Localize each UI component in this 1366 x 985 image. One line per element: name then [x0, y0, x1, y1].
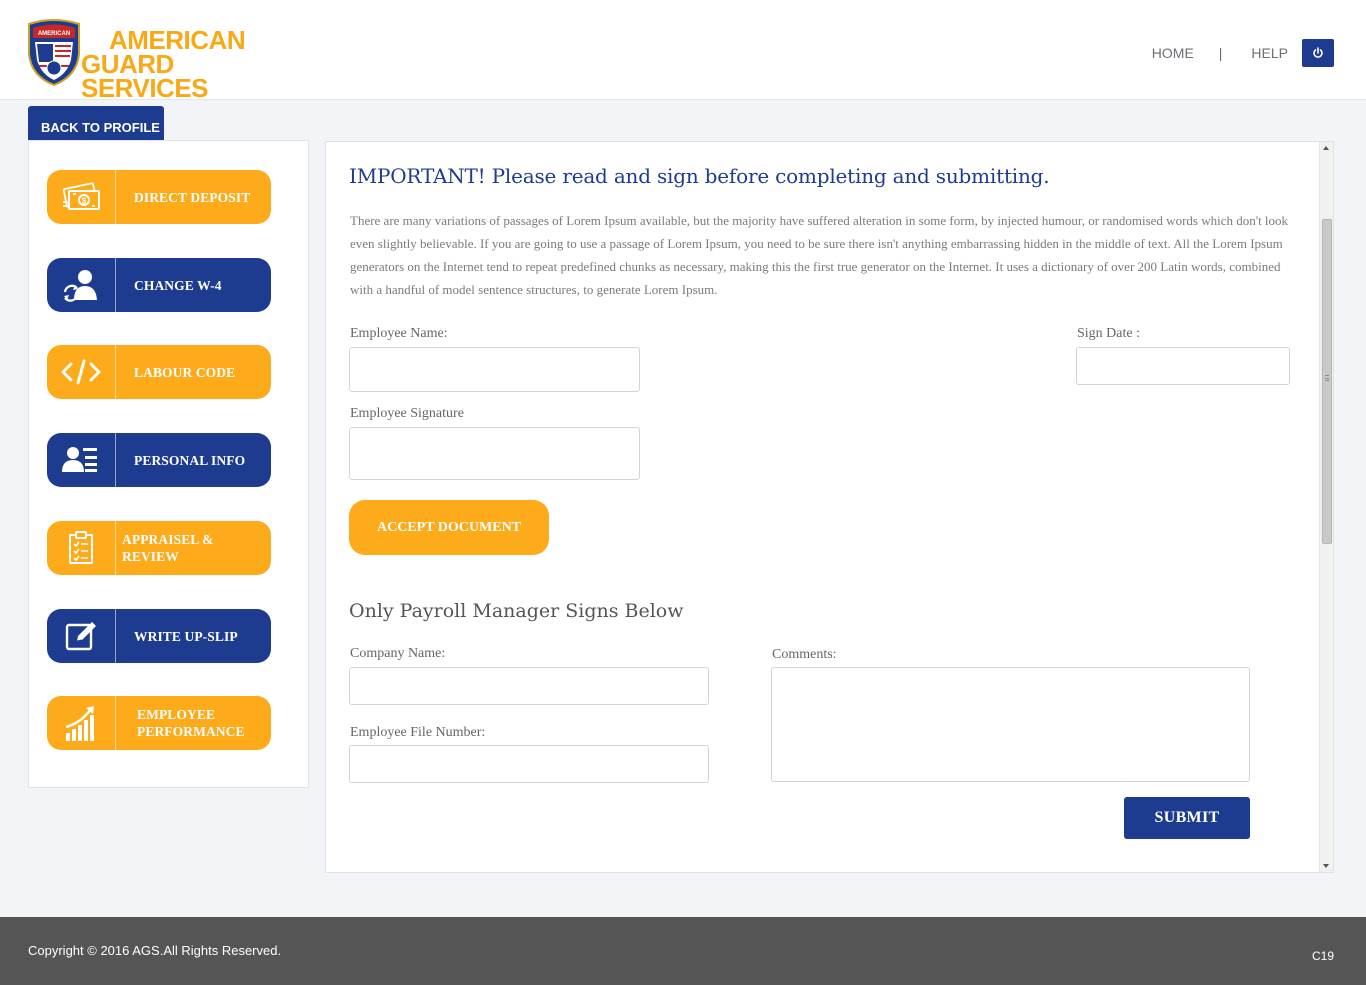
- sidebar-item-labour-code[interactable]: LABOUR CODE: [47, 345, 271, 399]
- employee-name-input[interactable]: [349, 347, 640, 392]
- employee-signature-input[interactable]: [349, 427, 640, 480]
- sidebar-item-label: PERSONAL INFO: [134, 452, 246, 468]
- sidebar-item-personal-info[interactable]: PERSONAL INFO: [47, 433, 271, 487]
- back-to-profile-button[interactable]: BACK TO PROFILE: [28, 106, 164, 141]
- employee-name-label: Employee Name:: [350, 326, 448, 341]
- scrollbar-thumb[interactable]: [1322, 219, 1332, 544]
- document-text: There are many variations of passages of…: [350, 213, 1289, 297]
- company-name-input[interactable]: [349, 667, 709, 705]
- top-nav: HOME | HELP: [1152, 39, 1334, 67]
- document-panel: IMPORTANT! Please read and sign before c…: [325, 141, 1334, 873]
- sidebar-item-appraisel-review[interactable]: APPRAISEL & REVIEW: [47, 521, 271, 575]
- company-name-label: Company Name:: [350, 646, 446, 661]
- scrollbar-grip: [1325, 375, 1329, 381]
- help-link[interactable]: HELP: [1251, 45, 1288, 61]
- sidebar-item-label: EMPLOYEE PERFORMANCE: [116, 706, 245, 740]
- scroll-down-icon[interactable]: [1323, 864, 1329, 868]
- logout-button[interactable]: [1302, 39, 1334, 67]
- sidebar-item-label: DIRECT DEPOSIT: [134, 189, 251, 205]
- vertical-scrollbar[interactable]: [1319, 142, 1333, 872]
- footer: Copyright © 2016 AGS.All Rights Reserved…: [0, 917, 1366, 985]
- home-link[interactable]: HOME: [1152, 45, 1194, 61]
- shield-text: AMERICAN: [38, 31, 70, 37]
- accept-document-button[interactable]: ACCEPT DOCUMENT: [349, 500, 549, 555]
- sidebar-item-change-w4[interactable]: CHANGE W-4: [47, 258, 271, 312]
- payroll-section-title: Only Payroll Manager Signs Below: [349, 600, 684, 622]
- user-card-icon: [47, 433, 116, 487]
- svg-text:$: $: [82, 197, 87, 206]
- brand-line-2: GUARD SERVICES: [81, 49, 209, 103]
- sign-date-input[interactable]: [1076, 347, 1290, 385]
- shield-logo-icon: AMERICAN: [28, 19, 80, 86]
- power-icon: [1313, 47, 1323, 58]
- sidebar-item-label-line-1: EMPLOYEE: [137, 707, 216, 722]
- sign-date-label: Sign Date :: [1077, 326, 1140, 341]
- comments-textarea[interactable]: [771, 667, 1250, 782]
- copyright-text: Copyright © 2016 AGS.All Rights Reserved…: [28, 943, 282, 958]
- page-code: C19: [1311, 949, 1334, 963]
- comments-label: Comments:: [772, 647, 837, 662]
- sidebar-item-label: LABOUR CODE: [134, 364, 236, 380]
- clipboard-checklist-icon: [47, 521, 116, 575]
- employee-file-number-label: Employee File Number:: [350, 725, 486, 740]
- logo[interactable]: AMERICAN AMERICAN GUARD SERVICES: [27, 18, 267, 101]
- user-refresh-icon: [47, 258, 116, 312]
- sidebar-item-label-line-2: PERFORMANCE: [137, 724, 245, 739]
- header: AMERICAN AMERICAN GUARD SERVICES HOME | …: [0, 0, 1366, 101]
- sidebar-item-direct-deposit[interactable]: $ DIRECT DEPOSIT: [47, 170, 271, 224]
- submit-button[interactable]: SUBMIT: [1124, 797, 1250, 839]
- edit-icon: [47, 609, 116, 663]
- sidebar-item-write-up-slip[interactable]: WRITE UP-SLIP: [47, 609, 271, 663]
- sidebar-item-label: WRITE UP-SLIP: [134, 628, 238, 644]
- code-icon: [47, 345, 116, 399]
- brand-name: AMERICAN GUARD SERVICES: [81, 27, 267, 103]
- growth-chart-icon: [47, 696, 116, 750]
- nav-separator: |: [1218, 45, 1223, 61]
- page-title: IMPORTANT! Please read and sign before c…: [349, 164, 1050, 188]
- scroll-up-icon[interactable]: [1323, 146, 1329, 150]
- employee-file-number-input[interactable]: [349, 745, 709, 783]
- sidebar-item-label: APPRAISEL & REVIEW: [122, 532, 214, 564]
- sidebar: $ DIRECT DEPOSIT CHANGE W-4 LABOUR CODE …: [28, 140, 309, 788]
- employee-signature-label: Employee Signature: [350, 406, 464, 421]
- sidebar-item-label: CHANGE W-4: [134, 277, 222, 293]
- sidebar-item-employee-performance[interactable]: EMPLOYEE PERFORMANCE: [47, 696, 271, 750]
- money-icon: $: [47, 170, 116, 224]
